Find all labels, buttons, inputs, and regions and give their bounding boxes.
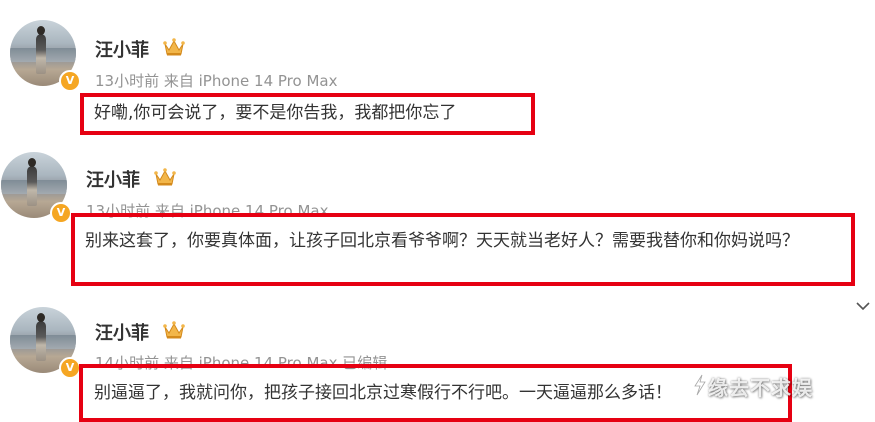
comment-item: V 汪小菲 14小时前 来自 iPhone 14 Pro Max 已编辑 别逼逼…	[0, 295, 875, 422]
watermark-logo-icon	[694, 374, 706, 396]
comment-meta: 13小时前 来自 iPhone 14 Pro Max	[95, 72, 338, 90]
username[interactable]: 汪小菲	[86, 166, 140, 192]
username[interactable]: 汪小菲	[95, 36, 149, 62]
comment-item: V 汪小菲 13小时前 来自 iPhone 14 Pro Max 别来这套了，你…	[0, 145, 875, 295]
crown-icon	[163, 321, 185, 339]
comment-text: 别逼逼了，我就问你，把孩子接回北京过寒假行不行吧。一天逼逼那么多话！	[94, 383, 672, 403]
crown-icon	[163, 38, 185, 56]
watermark: 缘去不求娱	[708, 376, 813, 400]
crown-icon	[154, 168, 176, 186]
verified-badge-icon: V	[59, 357, 81, 379]
username[interactable]: 汪小菲	[95, 319, 149, 345]
verified-badge-icon: V	[59, 70, 81, 92]
comment-text: 别来这套了，你要真体面，让孩子回北京看爷爷啊？天天就当老好人？需要我替你和你妈说…	[85, 231, 799, 251]
verified-badge-icon: V	[50, 202, 72, 224]
comment-item: V 汪小菲 13小时前 来自 iPhone 14 Pro Max 好嘞,你可会说…	[0, 0, 875, 145]
comment-text: 好嘞,你可会说了，要不是你告我，我都把你忘了	[94, 103, 457, 123]
